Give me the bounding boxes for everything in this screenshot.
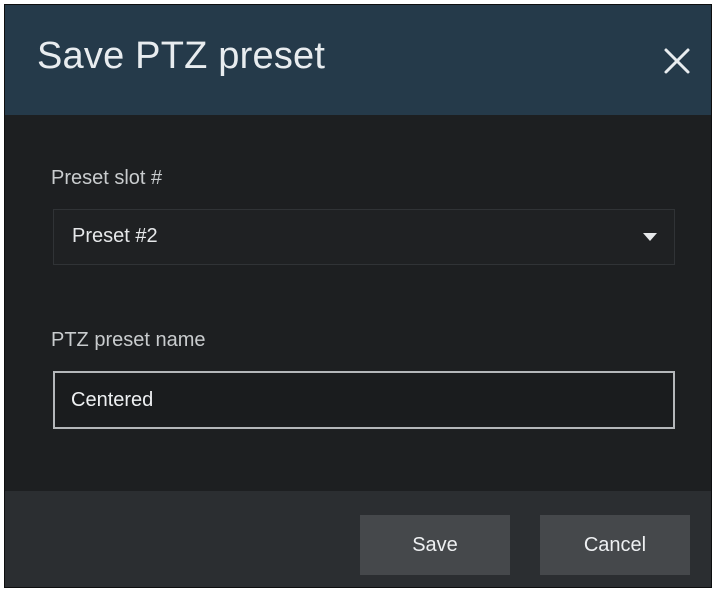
cancel-button[interactable]: Cancel — [540, 515, 690, 575]
preset-name-label: PTZ preset name — [51, 329, 206, 351]
preset-name-input[interactable] — [53, 371, 675, 429]
dialog-footer: Save Cancel — [5, 491, 711, 587]
preset-slot-select[interactable]: Preset #2 — [53, 209, 675, 265]
dialog-header: Save PTZ preset — [5, 5, 711, 115]
dialog-body: Preset slot # Preset #2 PTZ preset name — [5, 115, 711, 491]
caret-down-icon — [643, 233, 657, 241]
preset-slot-label: Preset slot # — [51, 167, 163, 189]
preset-slot-selected-value: Preset #2 — [72, 225, 158, 247]
save-button[interactable]: Save — [360, 515, 510, 575]
dialog-title: Save PTZ preset — [37, 35, 326, 77]
close-icon — [664, 48, 690, 74]
close-button[interactable] — [657, 41, 697, 81]
save-ptz-preset-dialog: Save PTZ preset Preset slot # Preset #2 … — [4, 4, 712, 588]
